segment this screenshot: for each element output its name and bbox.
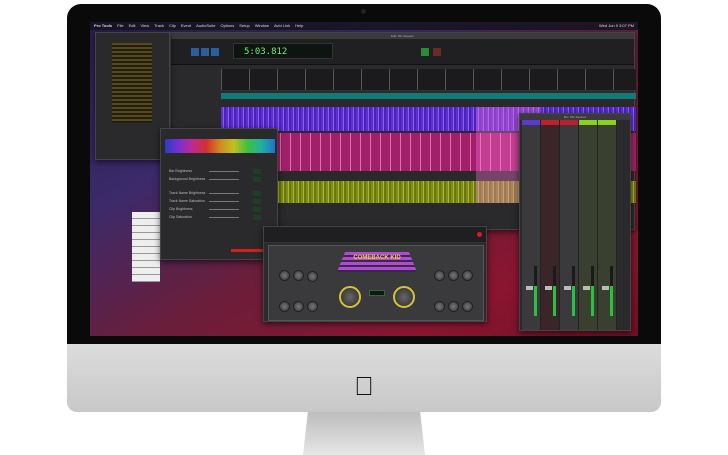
plugin-body: COMEBACK KID — [268, 245, 484, 321]
knob[interactable] — [307, 271, 318, 282]
mix-window: Mix: Mix Session — [519, 113, 631, 331]
knob[interactable] — [293, 270, 304, 281]
menu-edit[interactable]: Edit — [129, 22, 136, 30]
bypass-icon[interactable] — [477, 232, 482, 237]
big-knob[interactable] — [339, 286, 361, 308]
knob[interactable] — [462, 270, 473, 281]
strip-color — [522, 120, 540, 125]
menu-setup[interactable]: Setup — [239, 22, 249, 30]
play-button[interactable] — [421, 48, 429, 56]
knob[interactable] — [448, 301, 459, 312]
tool-button[interactable] — [201, 48, 209, 56]
strip-color — [560, 120, 578, 125]
transport-bar: 5:03.812 — [171, 39, 634, 65]
menu-avid-link[interactable]: Avid Link — [274, 22, 290, 30]
knob[interactable] — [462, 301, 473, 312]
strip-color — [541, 120, 559, 125]
color-swatch-grid[interactable] — [165, 139, 275, 153]
level-meter — [591, 266, 594, 316]
mixer-strip[interactable] — [579, 120, 598, 330]
pref-value — [253, 199, 261, 204]
pref-label: Bar Brightness — [169, 169, 192, 173]
fader[interactable] — [526, 286, 533, 290]
knob[interactable] — [307, 301, 318, 312]
menu-bar: Pro Tools File Edit View Track Clip Even… — [90, 22, 638, 30]
big-knob[interactable] — [393, 286, 415, 308]
pref-slider[interactable] — [209, 217, 239, 218]
menu-clock: Wed Jun 9 3:07 PM — [598, 23, 634, 28]
pref-value — [253, 191, 261, 196]
pref-label: Clip Saturation — [169, 215, 192, 219]
plugin-display — [369, 290, 385, 296]
pref-value — [253, 215, 261, 220]
menu-help[interactable]: Help — [295, 22, 303, 30]
mixer-strip[interactable] — [522, 120, 541, 330]
level-meter — [553, 266, 556, 316]
menu-file[interactable]: File — [117, 22, 123, 30]
knob[interactable] — [279, 301, 290, 312]
pref-label: Track Name Saturation — [169, 199, 205, 203]
knob[interactable] — [434, 270, 445, 281]
imac-stand — [303, 412, 425, 455]
level-meter — [572, 266, 575, 316]
pref-slider[interactable] — [209, 193, 239, 194]
marker-lane — [221, 93, 636, 99]
pref-slider[interactable] — [209, 179, 239, 180]
menu-pro-tools[interactable]: Pro Tools — [94, 22, 112, 30]
plugin-logo: COMEBACK KID — [337, 252, 417, 272]
screen: Pro Tools File Edit View Track Clip Even… — [90, 22, 638, 336]
plugin-window: COMEBACK KID — [263, 226, 487, 322]
knob[interactable] — [448, 270, 459, 281]
pref-label: Track Name Brightness — [169, 191, 206, 195]
apple-logo-icon:  — [350, 372, 378, 400]
tool-button[interactable] — [191, 48, 199, 56]
pref-label: Background Brightness — [169, 177, 206, 181]
menu-window[interactable]: Window — [255, 22, 269, 30]
pref-value — [253, 207, 261, 212]
menu-view[interactable]: View — [141, 22, 150, 30]
pref-value — [253, 177, 261, 182]
pref-slider[interactable] — [209, 209, 239, 210]
strip-color — [579, 120, 597, 125]
strip-color — [598, 120, 616, 125]
knob[interactable] — [434, 301, 445, 312]
fader[interactable] — [545, 286, 552, 290]
menu-audiosuite[interactable]: AudioSuite — [196, 22, 215, 30]
level-meter — [534, 266, 537, 316]
pref-value — [253, 169, 261, 174]
main-counter: 5:03.812 — [233, 43, 333, 59]
timeline-ruler[interactable] — [221, 69, 636, 91]
menu-track[interactable]: Track — [154, 22, 164, 30]
plugin-header — [264, 227, 486, 243]
fader[interactable] — [602, 286, 609, 290]
mixer-strip[interactable] — [560, 120, 579, 330]
memory-locations-window — [95, 32, 170, 160]
knob[interactable] — [293, 301, 304, 312]
mixer-strip[interactable] — [598, 120, 617, 330]
knob[interactable] — [279, 270, 290, 281]
pref-label: Clip Brightness — [169, 207, 193, 211]
camera — [361, 9, 366, 14]
level-meter — [610, 266, 613, 316]
fader[interactable] — [583, 286, 590, 290]
record-button[interactable] — [433, 48, 441, 56]
fader[interactable] — [564, 286, 571, 290]
track-list[interactable] — [112, 43, 152, 123]
color-palette-window: Bar Brightness Background Brightness Tra… — [160, 128, 278, 260]
mixer-strip[interactable] — [541, 120, 560, 330]
midi-piano-keyboard[interactable] — [132, 212, 160, 282]
menu-event[interactable]: Event — [181, 22, 191, 30]
tool-button[interactable] — [211, 48, 219, 56]
menu-options[interactable]: Options — [220, 22, 234, 30]
menu-clip[interactable]: Clip — [169, 22, 176, 30]
pref-slider[interactable] — [209, 201, 239, 202]
pref-slider[interactable] — [209, 171, 239, 172]
